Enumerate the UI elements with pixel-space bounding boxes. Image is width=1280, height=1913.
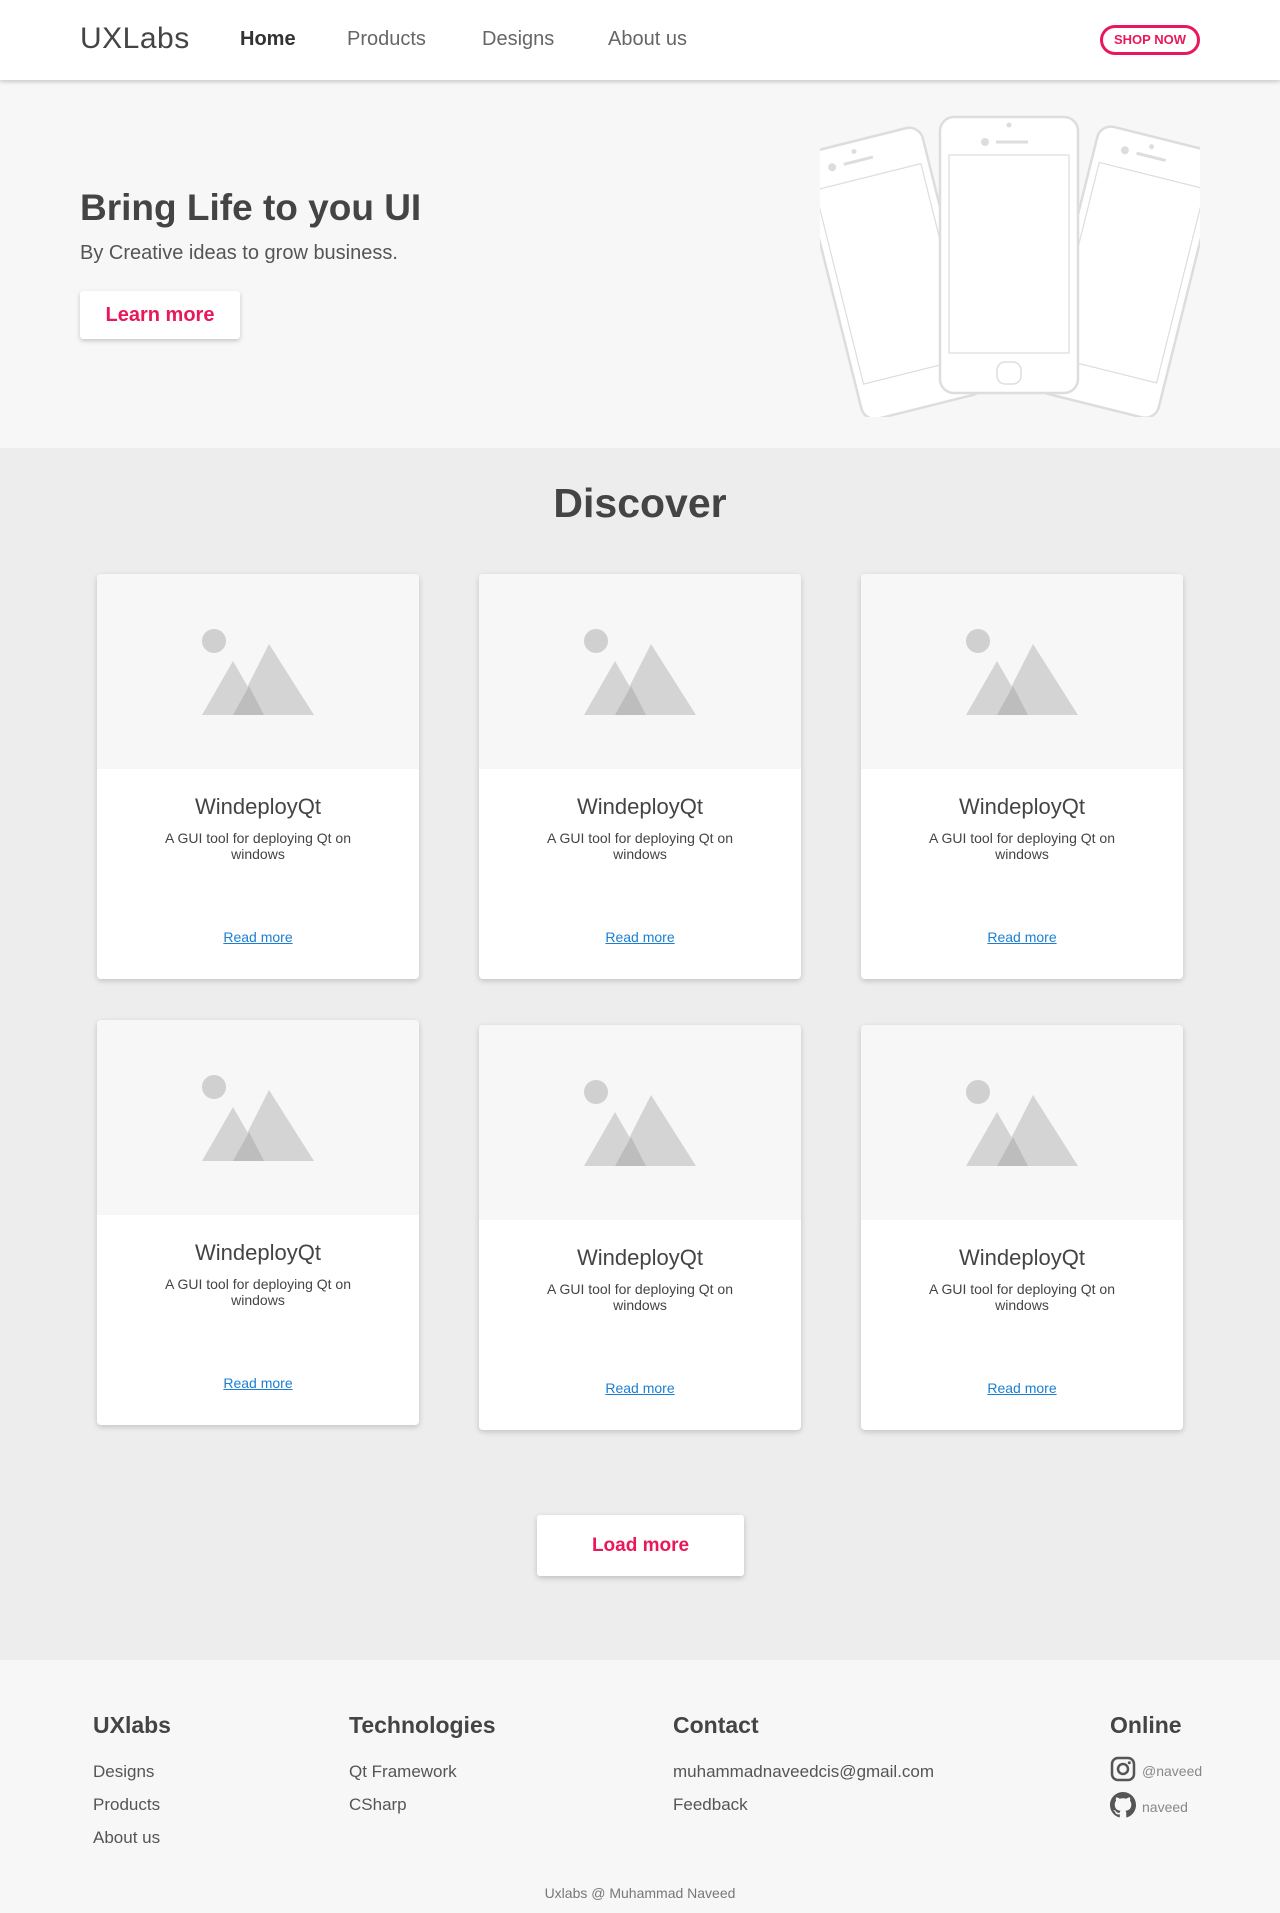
footer-link-feedback[interactable]: Feedback bbox=[673, 1795, 748, 1815]
image-placeholder-icon bbox=[202, 629, 314, 715]
product-card: WindeployQt A GUI tool for deploying Qt o… bbox=[97, 574, 419, 979]
read-more-link[interactable]: Read more bbox=[97, 929, 419, 945]
card-image bbox=[97, 574, 419, 769]
footer-heading-uxlabs: UXlabs bbox=[93, 1712, 171, 1738]
product-card: WindeployQt A GUI tool for deploying Qt o… bbox=[479, 1025, 801, 1430]
footer-link-products[interactable]: Products bbox=[93, 1795, 160, 1815]
read-more-link[interactable]: Read more bbox=[479, 1380, 801, 1396]
learn-more-button[interactable]: Learn more bbox=[80, 291, 240, 339]
brand-logo[interactable]: UXLabs bbox=[80, 22, 190, 56]
card-description: A GUI tool for deploying Qt on windows bbox=[165, 830, 351, 862]
card-description: A GUI tool for deploying Qt on windows bbox=[547, 830, 733, 862]
nav-link-home[interactable]: Home bbox=[240, 28, 296, 51]
card-title: WindeployQt bbox=[959, 1245, 1085, 1270]
copyright-text: Uxlabs @ Muhammad Naveed bbox=[544, 1885, 736, 1901]
footer-link-about-us[interactable]: About us bbox=[93, 1828, 160, 1848]
read-more-link[interactable]: Read more bbox=[97, 1375, 419, 1391]
footer: UXlabs Designs Products About us Technol… bbox=[0, 1660, 1280, 1913]
footer-link-qt-framework[interactable]: Qt Framework bbox=[349, 1762, 457, 1782]
product-card: WindeployQt A GUI tool for deploying Qt o… bbox=[97, 1020, 419, 1425]
nav-link-products[interactable]: Products bbox=[347, 28, 426, 51]
footer-heading-contact: Contact bbox=[673, 1712, 759, 1738]
nav-link-about-us[interactable]: About us bbox=[608, 28, 687, 51]
instagram-icon[interactable] bbox=[1110, 1756, 1136, 1782]
product-card: WindeployQt A GUI tool for deploying Qt o… bbox=[861, 1025, 1183, 1430]
hero-section: Bring Life to you UI By Creative ideas t… bbox=[0, 80, 1280, 448]
shop-now-button[interactable]: SHOP NOW bbox=[1100, 25, 1200, 55]
product-card: WindeployQt A GUI tool for deploying Qt o… bbox=[861, 574, 1183, 979]
footer-link-csharp[interactable]: CSharp bbox=[349, 1795, 407, 1815]
card-image bbox=[479, 574, 801, 769]
card-title: WindeployQt bbox=[195, 794, 321, 819]
github-icon[interactable] bbox=[1110, 1792, 1136, 1818]
card-description: A GUI tool for deploying Qt on windows bbox=[929, 830, 1115, 862]
card-image bbox=[479, 1025, 801, 1220]
image-placeholder-icon bbox=[584, 1080, 696, 1166]
nav-link-designs[interactable]: Designs bbox=[482, 28, 554, 51]
load-more-button[interactable]: Load more bbox=[537, 1515, 744, 1576]
card-title: WindeployQt bbox=[577, 794, 703, 819]
card-image bbox=[861, 1025, 1183, 1220]
image-placeholder-icon bbox=[966, 629, 1078, 715]
hero-title: Bring Life to you UI bbox=[80, 187, 422, 228]
image-placeholder-icon bbox=[202, 1075, 314, 1161]
footer-link-email[interactable]: muhammadnaveedcis@gmail.com bbox=[673, 1762, 934, 1782]
discover-title: Discover bbox=[553, 480, 727, 526]
top-navbar: UXLabs Home Products Designs About us SH… bbox=[0, 0, 1280, 80]
card-title: WindeployQt bbox=[195, 1240, 321, 1265]
github-handle[interactable]: naveed bbox=[1142, 1799, 1188, 1815]
card-image bbox=[97, 1020, 419, 1215]
card-description: A GUI tool for deploying Qt on windows bbox=[547, 1281, 733, 1313]
footer-heading-technologies: Technologies bbox=[349, 1712, 496, 1738]
instagram-handle[interactable]: @naveed bbox=[1142, 1763, 1202, 1779]
footer-heading-online: Online bbox=[1110, 1712, 1182, 1738]
product-card: WindeployQt A GUI tool for deploying Qt o… bbox=[479, 574, 801, 979]
card-title: WindeployQt bbox=[959, 794, 1085, 819]
hero-subtitle: By Creative ideas to grow business. bbox=[80, 242, 398, 264]
card-description: A GUI tool for deploying Qt on windows bbox=[929, 1281, 1115, 1313]
read-more-link[interactable]: Read more bbox=[861, 1380, 1183, 1396]
image-placeholder-icon bbox=[584, 629, 696, 715]
phones-illustration bbox=[820, 115, 1200, 417]
image-placeholder-icon bbox=[966, 1080, 1078, 1166]
read-more-link[interactable]: Read more bbox=[479, 929, 801, 945]
footer-link-designs[interactable]: Designs bbox=[93, 1762, 154, 1782]
card-image bbox=[861, 574, 1183, 769]
card-title: WindeployQt bbox=[577, 1245, 703, 1270]
card-description: A GUI tool for deploying Qt on windows bbox=[165, 1276, 351, 1308]
read-more-link[interactable]: Read more bbox=[861, 929, 1183, 945]
